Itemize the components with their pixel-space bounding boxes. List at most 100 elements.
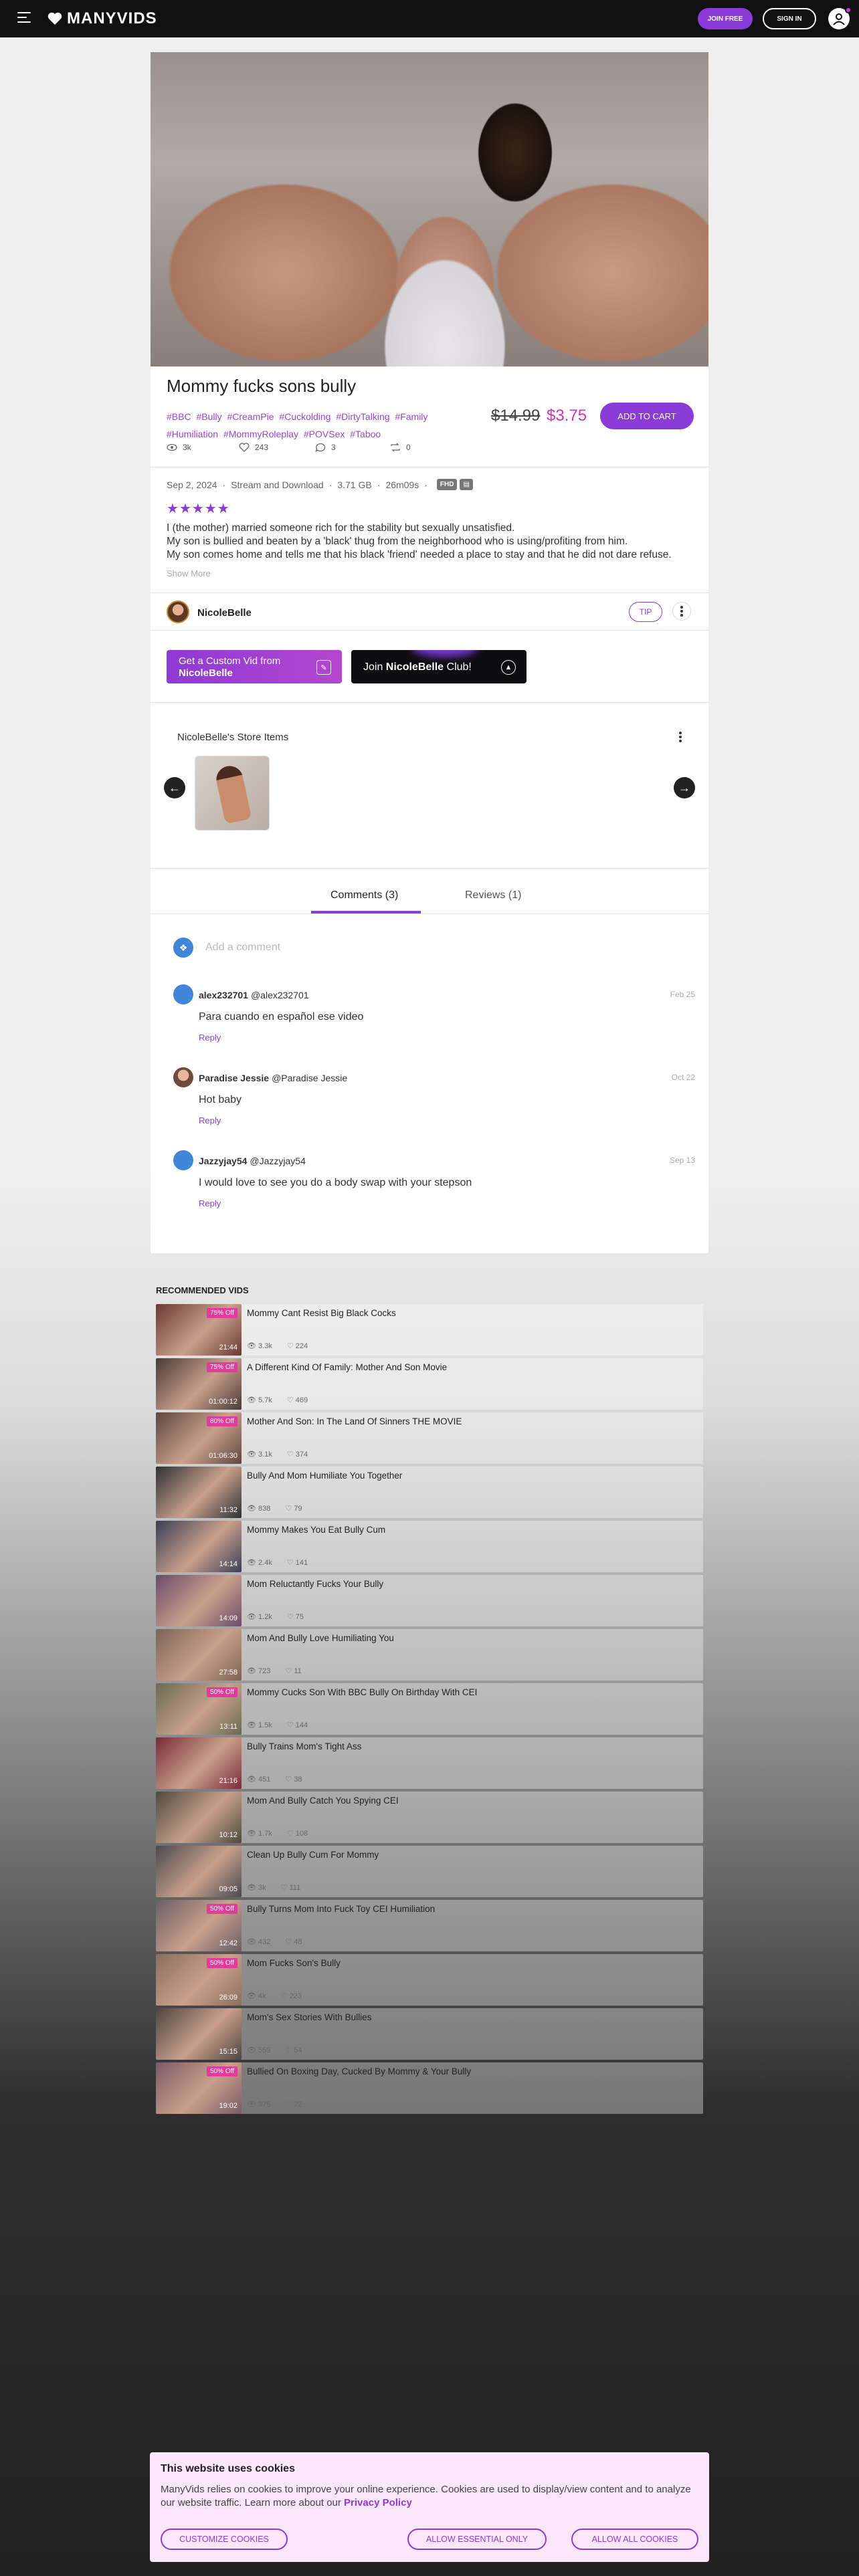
recommended-item[interactable]: 14:09 Mom Reluctantly Fucks Your Bully 👁 1… [156,1575,703,1626]
creator-name[interactable]: NicoleBelle [197,607,252,619]
recommended-title-text[interactable]: Mommy Cant Resist Big Black Cocks [247,1308,396,1318]
recommended-thumbnail[interactable]: 11:32 [156,1467,242,1518]
recommended-item[interactable]: 27:58 Mom And Bully Love Humiliating You 👁… [156,1629,703,1681]
show-more-link[interactable]: Show More [167,568,211,578]
recommended-item[interactable]: 15:15 Mom's Sex Stories With Bullies 👁 559… [156,2008,703,2060]
recommended-item[interactable]: 21:16 Bully Trains Mom's Tight Ass 👁 451 ♡ … [156,1737,703,1789]
tag[interactable]: #Bully [196,411,221,422]
recommended-title-text[interactable]: Mommy Makes You Eat Bully Cum [247,1525,385,1535]
recommended-item[interactable]: 14:14 Mommy Makes You Eat Bully Cum 👁 2.4k… [156,1521,703,1572]
recommended-thumbnail[interactable]: 10:12 [156,1792,242,1843]
recommended-title-text[interactable]: Mom Fucks Son's Bully [247,1958,341,1968]
recommended-thumbnail[interactable]: 09:05 [156,1846,242,1897]
reply-link[interactable]: Reply [199,1198,221,1208]
recommended-title-text[interactable]: Bully Trains Mom's Tight Ass [247,1741,361,1751]
tag[interactable]: #POVSex [304,429,345,439]
tag[interactable]: #DirtyTalking [336,411,389,422]
recommended-title-text[interactable]: Mommy Cucks Son With BBC Bully On Birthd… [247,1687,477,1697]
allow-all-cookies-button[interactable]: ALLOW ALL COOKIES [571,2529,698,2550]
more-options-icon[interactable] [672,602,691,621]
carousel-next-arrow-icon[interactable]: → [674,777,695,798]
video-player[interactable] [151,52,708,366]
recommended-item[interactable]: 09:05 Clean Up Bully Cum For Mommy 👁 3k ♡ 1… [156,1846,703,1897]
add-comment-input[interactable]: Add a comment [205,942,280,954]
reply-link[interactable]: Reply [199,1033,221,1043]
reply-link[interactable]: Reply [199,1115,221,1125]
add-to-cart-button[interactable]: ADD TO CART [600,403,694,429]
allow-essential-button[interactable]: ALLOW ESSENTIAL ONLY [407,2529,547,2550]
tag[interactable]: #Taboo [350,429,381,439]
recommended-thumbnail[interactable]: 75% Off 21:44 [156,1304,242,1356]
recommended-title-text[interactable]: Mom's Sex Stories With Bullies [247,2012,371,2022]
custom-vid-button[interactable]: Get a Custom Vid from NicoleBelle ✎ [167,650,342,683]
comments-count: 3 [331,443,336,452]
discount-badge: 50% Off [207,1687,237,1697]
recommended-title-text[interactable]: Bully Turns Mom Into Fuck Toy CEI Humili… [247,1904,435,1914]
recommended-title-text[interactable]: Mom And Bully Love Humiliating You [247,1633,394,1643]
heart-logo-icon [47,12,62,25]
recommended-thumbnail[interactable]: 75% Off 01:00:12 [156,1358,242,1410]
recommended-thumbnail[interactable]: 50% Off 19:02 [156,2062,242,2114]
recommended-item[interactable]: 10:12 Mom And Bully Catch You Spying CEI 👁… [156,1792,703,1843]
comment-author[interactable]: alex232701 @alex232701 [199,990,309,1000]
store-more-icon[interactable] [671,728,690,746]
recommended-title-text[interactable]: Bully And Mom Humiliate You Together [247,1471,402,1481]
manyvids-logo[interactable]: MANYVIDS [47,9,157,28]
recommended-thumbnail[interactable]: 14:14 [156,1521,242,1572]
recommended-stats: 👁 1.7k ♡ 108 [247,1829,322,1838]
comments-stat[interactable]: 3 [315,443,336,452]
recommended-item[interactable]: 50% Off 19:02 Bullied On Boxing Day, Cucke… [156,2062,703,2114]
tag[interactable]: #BBC [167,411,191,422]
recommended-title-text[interactable]: Bullied On Boxing Day, Cucked By Mommy &… [247,2066,471,2076]
views-count: 👁 3.1k [247,1451,272,1459]
recommended-item[interactable]: 80% Off 01:06:30 Mother And Son: In The La… [156,1412,703,1464]
carousel-prev-arrow-icon[interactable]: ← [164,777,185,798]
shares-count: 0 [406,443,411,452]
shares-stat[interactable]: 0 [390,443,411,452]
recommended-item[interactable]: 75% Off 21:44 Mommy Cant Resist Big Black … [156,1304,703,1356]
recommended-title-text[interactable]: Mom And Bully Catch You Spying CEI [247,1796,399,1806]
recommended-item[interactable]: 50% Off 13:11 Mommy Cucks Son With BBC Bul… [156,1683,703,1735]
recommended-item[interactable]: 50% Off 12:42 Bully Turns Mom Into Fuck To… [156,1900,703,1951]
recommended-thumbnail[interactable]: 27:58 [156,1629,242,1681]
recommended-thumbnail[interactable]: 50% Off 12:42 [156,1900,242,1951]
recommended-thumbnail[interactable]: 14:09 [156,1575,242,1626]
recommended-title-text[interactable]: Mom Reluctantly Fucks Your Bully [247,1579,383,1589]
comment-avatar[interactable] [173,1067,193,1087]
recommended-item[interactable]: 75% Off 01:00:12 A Different Kind Of Famil… [156,1358,703,1410]
recommended-title-text[interactable]: Mother And Son: In The Land Of Sinners T… [247,1416,462,1426]
recommended-thumbnail[interactable]: 50% Off 13:11 [156,1683,242,1735]
sign-in-button[interactable]: SIGN IN [763,8,816,29]
tip-button[interactable]: TIP [629,602,662,622]
hamburger-menu-icon[interactable] [17,12,31,24]
likes-stat[interactable]: 243 [239,443,268,452]
recommended-thumbnail[interactable]: 80% Off 01:06:30 [156,1412,242,1464]
comment-avatar[interactable] [173,984,193,1004]
recommended-item[interactable]: 50% Off 26:09 Mom Fucks Son's Bully 👁 4k ♡ 2… [156,1954,703,2006]
recommended-item[interactable]: 11:32 Bully And Mom Humiliate You Togethe… [156,1467,703,1518]
tag[interactable]: #Cuckolding [279,411,330,422]
recommended-thumbnail[interactable]: 15:15 [156,2008,242,2060]
views-stat: 3k [167,443,191,452]
tag[interactable]: #CreamPie [227,411,274,422]
privacy-policy-link[interactable]: Privacy Policy [344,2497,412,2508]
user-avatar-button[interactable] [828,7,852,29]
join-club-button[interactable]: Join NicoleBelle Club! ▲ [351,650,527,683]
tab-comments[interactable]: Comments (3) [330,889,398,901]
join-free-button[interactable]: JOIN FREE [698,8,753,29]
tab-reviews[interactable]: Reviews (1) [465,889,521,901]
tag[interactable]: #MommyRoleplay [223,429,298,439]
creator-avatar[interactable] [167,601,189,623]
customize-cookies-button[interactable]: CUSTOMIZE COOKIES [161,2529,288,2550]
recommended-thumbnail[interactable]: 21:16 [156,1737,242,1789]
comment-avatar[interactable] [173,1150,193,1170]
comment-author[interactable]: Paradise Jessie @Paradise Jessie [199,1073,347,1083]
recommended-thumbnail[interactable]: 50% Off 26:09 [156,1954,242,2006]
tag[interactable]: #Family [395,411,427,422]
comment-author[interactable]: Jazzyjay54 @Jazzyjay54 [199,1156,306,1166]
recommended-title-text[interactable]: Clean Up Bully Cum For Mommy [247,1850,379,1860]
store-item-thumbnail[interactable] [195,756,270,831]
tag[interactable]: #Humiliation [167,429,218,439]
star-icon: ★ [191,502,204,516]
recommended-title-text[interactable]: A Different Kind Of Family: Mother And S… [247,1362,447,1372]
